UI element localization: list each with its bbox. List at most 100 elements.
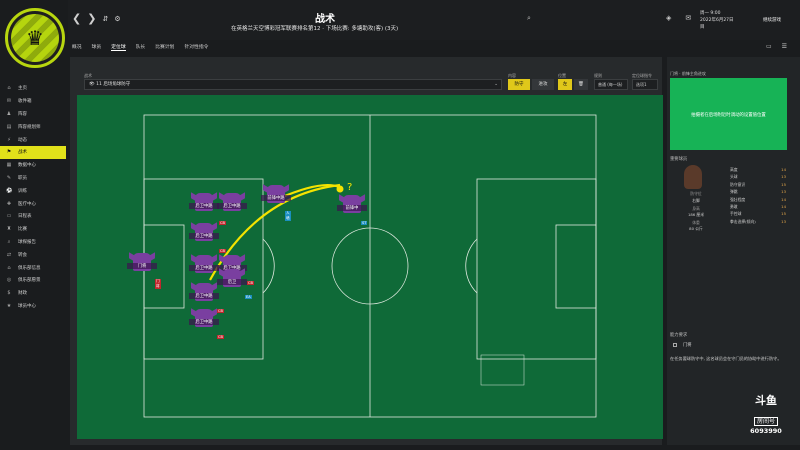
sidebar-item-label: 日程表: [18, 214, 32, 220]
player-weight: 80 公斤: [689, 226, 703, 231]
continue-button[interactable]: 继续游戏: [752, 12, 792, 30]
home-icon: ⌂: [7, 85, 11, 92]
player-4[interactable]: 后卫中路: [189, 255, 219, 277]
player-foot: 右脚: [692, 198, 700, 203]
tab-3[interactable]: 队长: [136, 43, 146, 51]
position-badge: CB: [219, 249, 226, 253]
app-window: ♛ ❮ ❯ ⇵ ⚙ 战术 在英格兰天空博彩冠军联赛排名第12 · 下场比赛: 多…: [0, 0, 800, 450]
selected-value: 11 后场角球防守: [96, 82, 131, 87]
position-badge: 门将: [155, 279, 161, 289]
player-role-label: 后卫中路: [217, 203, 247, 209]
attack-button[interactable]: 进攻: [532, 79, 554, 90]
display-icon[interactable]: ▭: [766, 43, 772, 50]
left-button[interactable]: 左: [558, 79, 572, 90]
role-name: 门将: [683, 343, 692, 348]
tab-4[interactable]: 比赛计划: [155, 43, 174, 51]
player-1[interactable]: 后卫中路 CB: [189, 193, 226, 225]
player-height: 186 厘米: [687, 212, 705, 217]
player-6[interactable]: 后卫 EA: [217, 269, 252, 299]
stat-name: 头球: [730, 174, 738, 180]
sidebar-item-0[interactable]: ⌂ 主页: [0, 82, 66, 95]
player-7[interactable]: 后卫中路 CB: [189, 283, 224, 313]
player-9[interactable]: 前锋中路 人墙: [261, 185, 291, 221]
role-description: 在任务要球防守中, 这名球员会在守门员的协助中进行防守。: [670, 356, 782, 361]
sidebar-item-14[interactable]: ⌂ 俱乐部信息: [0, 261, 66, 274]
bell-icon[interactable]: ◈: [666, 14, 671, 22]
position-badge: CB: [247, 281, 254, 285]
sidebar-item-label: 数据中心: [18, 163, 36, 169]
sidebar-item-16[interactable]: $ 财政: [0, 287, 66, 300]
player-8[interactable]: 后卫中路 CB: [189, 309, 224, 339]
medical-icon: ✚: [6, 200, 12, 207]
stat-name: 强壮程度: [730, 196, 746, 202]
stat-row: 强壮程度 14: [730, 197, 786, 203]
sidebar-item-11[interactable]: ♜ 比赛: [0, 223, 66, 236]
player-label: 防守位: [690, 191, 702, 196]
sidebar-item-10[interactable]: ▭ 日程表: [0, 210, 66, 223]
sidebar-item-1[interactable]: ✉ 收件箱: [0, 95, 66, 108]
stat-row: 拳击选择(倾向) 13: [730, 219, 786, 225]
rp-section-title: 门将 · 前锋主角进攻: [670, 71, 706, 76]
forward-arrow-icon[interactable]: ❯: [87, 12, 96, 25]
player-0[interactable]: 门将 门将: [127, 253, 161, 289]
rule-dropdown[interactable]: 普通 (每一场): [594, 79, 628, 90]
player-role-label: 后卫: [217, 279, 247, 285]
sidebar-item-label: 阵容规划师: [18, 124, 41, 130]
ball-marker: [336, 185, 344, 193]
header-icons: ◈ ✉: [666, 14, 691, 22]
sidebar-item-17[interactable]: ★ 球员中心: [0, 300, 66, 313]
menu-icon[interactable]: ☰: [782, 43, 787, 50]
date-display: 周一 9:00 2022年6月27日 目: [700, 10, 734, 31]
stat-value: 14: [781, 167, 786, 172]
rp-player-section: 重要球员: [670, 157, 688, 162]
crown-icon: ♛: [26, 26, 44, 50]
set-piece-select[interactable]: 👁 11 后场角球防守 ⌄: [84, 79, 502, 90]
tab-5[interactable]: 针对性指令: [184, 43, 208, 51]
trash-button[interactable]: 🗑: [574, 79, 588, 90]
sidebar-item-13[interactable]: ⇄ 转会: [0, 248, 66, 261]
sidebar-item-7[interactable]: ✎ 职员: [0, 172, 66, 185]
sidebar-item-label: 主页: [18, 86, 27, 92]
tab-1[interactable]: 球员: [92, 43, 102, 51]
club-logo[interactable]: ♛: [5, 8, 65, 68]
sidebar-item-15[interactable]: ◎ 俱乐部愿景: [0, 274, 66, 287]
stream-watermark: 斗鱼 房间号 6093990: [742, 392, 790, 435]
player-role-label: 后卫中路: [189, 319, 219, 325]
sidebar-item-4[interactable]: ⚡ 动态: [0, 133, 66, 146]
sidebar-item-12[interactable]: ⌕ 球探报告: [0, 236, 66, 249]
sidebar-item-8[interactable]: ⚽ 训练: [0, 184, 66, 197]
club-crest: ♛: [11, 14, 59, 62]
player-10[interactable]: 前锋中 ST: [337, 195, 368, 225]
sidebar-item-5[interactable]: ⚑ 战术: [0, 145, 66, 159]
search-icon[interactable]: ⌕: [527, 14, 531, 23]
tab-2[interactable]: 定位球: [111, 43, 126, 51]
tab-0[interactable]: 概况: [72, 43, 82, 51]
gear-icon[interactable]: ⚙: [114, 15, 120, 23]
role-checkbox[interactable]: [673, 343, 677, 347]
player-role-label: 后卫中路: [189, 203, 219, 209]
instructions-dropdown[interactable]: 选项1: [632, 79, 658, 90]
player-role-label: 前锋中路: [261, 195, 291, 201]
position-badge: ST: [361, 221, 368, 225]
sidebar-item-6[interactable]: ▦ 数据中心: [0, 159, 66, 172]
sidebar-item-9[interactable]: ✚ 医疗中心: [0, 197, 66, 210]
stat-value: 13: [781, 189, 786, 195]
dropdown-arrow-icon[interactable]: ⇵: [102, 15, 108, 23]
sidebar-item-2[interactable]: ♟ 阵容: [0, 108, 66, 121]
mail-icon[interactable]: ✉: [685, 14, 691, 22]
staff-icon: ✎: [6, 174, 12, 181]
defend-button[interactable]: 防守: [508, 79, 530, 90]
page-subtitle: 在英格兰天空博彩冠军联赛排名第12 · 下场比赛: 多塘助攻(客) (3天): [231, 26, 399, 32]
stat-value: 14: [781, 204, 786, 209]
stat-row: 弹跳 13: [730, 189, 786, 195]
player-avatar[interactable]: [684, 165, 702, 189]
player-3[interactable]: 后卫中路 CB: [189, 223, 226, 253]
player-2[interactable]: 后卫中路: [217, 193, 247, 215]
sidebar-item-label: 训练: [18, 188, 27, 194]
sidebar-item-3[interactable]: ▤ 阵容规划师: [0, 120, 66, 133]
back-arrow-icon[interactable]: ❮: [72, 12, 81, 25]
tactics-pitch[interactable]: ? 门将门将后卫中路CB后卫中路后卫中路CB后卫中路后卫中路CB后卫EA后卫中路…: [77, 95, 663, 439]
stat-row: 手控球 15: [730, 211, 786, 217]
sidebar-item-label: 球探报告: [18, 239, 36, 245]
stat-value: 15: [781, 211, 786, 217]
